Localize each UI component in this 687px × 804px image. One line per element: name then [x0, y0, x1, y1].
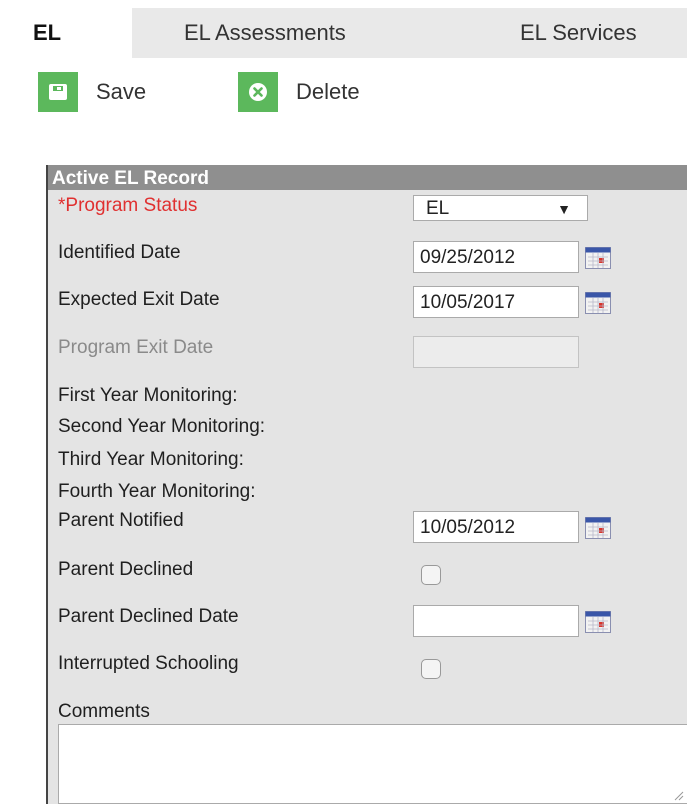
parent-declined-date-input[interactable] — [413, 605, 579, 637]
delete-icon — [238, 72, 278, 112]
delete-button-label: Delete — [296, 79, 360, 104]
third-year-monitoring-label: Third Year Monitoring: — [58, 449, 244, 470]
dropdown-arrow-icon: ▼ — [557, 201, 571, 217]
fourth-year-monitoring-label: Fourth Year Monitoring: — [58, 481, 256, 502]
parent-notified-label: Parent Notified — [58, 510, 184, 531]
save-button-label: Save — [96, 79, 147, 104]
interrupted-schooling-checkbox[interactable] — [421, 659, 441, 679]
parent-declined-checkbox[interactable] — [421, 565, 441, 585]
tab-el-services[interactable]: EL Services — [520, 20, 637, 46]
identified-date-calendar-icon[interactable] — [585, 247, 611, 269]
second-year-monitoring-label: Second Year Monitoring: — [58, 416, 266, 437]
expected-exit-date-calendar-icon[interactable] — [585, 292, 611, 314]
parent-declined-date-label: Parent Declined Date — [58, 606, 239, 627]
program-exit-date-label: Program Exit Date — [58, 337, 214, 358]
tab-el[interactable]: EL — [33, 20, 61, 46]
comments-label: Comments — [58, 701, 150, 722]
delete-button[interactable]: Delete — [238, 72, 360, 112]
first-year-monitoring-label: First Year Monitoring: — [58, 385, 238, 406]
parent-notified-calendar-icon[interactable] — [585, 517, 611, 539]
save-button[interactable]: Save — [38, 72, 146, 112]
panel-title: Active EL Record — [48, 165, 687, 190]
identified-date-input[interactable]: 09/25/2012 — [413, 241, 579, 273]
expected-exit-date-input[interactable]: 10/05/2017 — [413, 286, 579, 318]
comments-textarea[interactable] — [58, 724, 687, 804]
expected-exit-date-label: Expected Exit Date — [58, 289, 220, 310]
program-status-label: *Program Status — [58, 195, 198, 216]
program-status-value: EL — [426, 198, 450, 219]
parent-notified-input[interactable]: 10/05/2012 — [413, 511, 579, 543]
program-status-select[interactable]: EL ▼ — [413, 195, 588, 221]
identified-date-label: Identified Date — [58, 242, 181, 263]
tab-bar: EL EL Assessments EL Services — [0, 0, 687, 58]
tab-el-assessments[interactable]: EL Assessments — [184, 20, 346, 46]
save-icon — [38, 72, 78, 112]
parent-declined-label: Parent Declined — [58, 559, 194, 580]
parent-declined-date-calendar-icon[interactable] — [585, 611, 611, 633]
program-exit-date-input — [413, 336, 579, 368]
resize-grip-icon[interactable] — [672, 789, 684, 801]
interrupted-schooling-label: Interrupted Schooling — [58, 653, 239, 674]
active-el-record-panel: Active EL Record *Program Status EL ▼ Id… — [46, 165, 687, 804]
